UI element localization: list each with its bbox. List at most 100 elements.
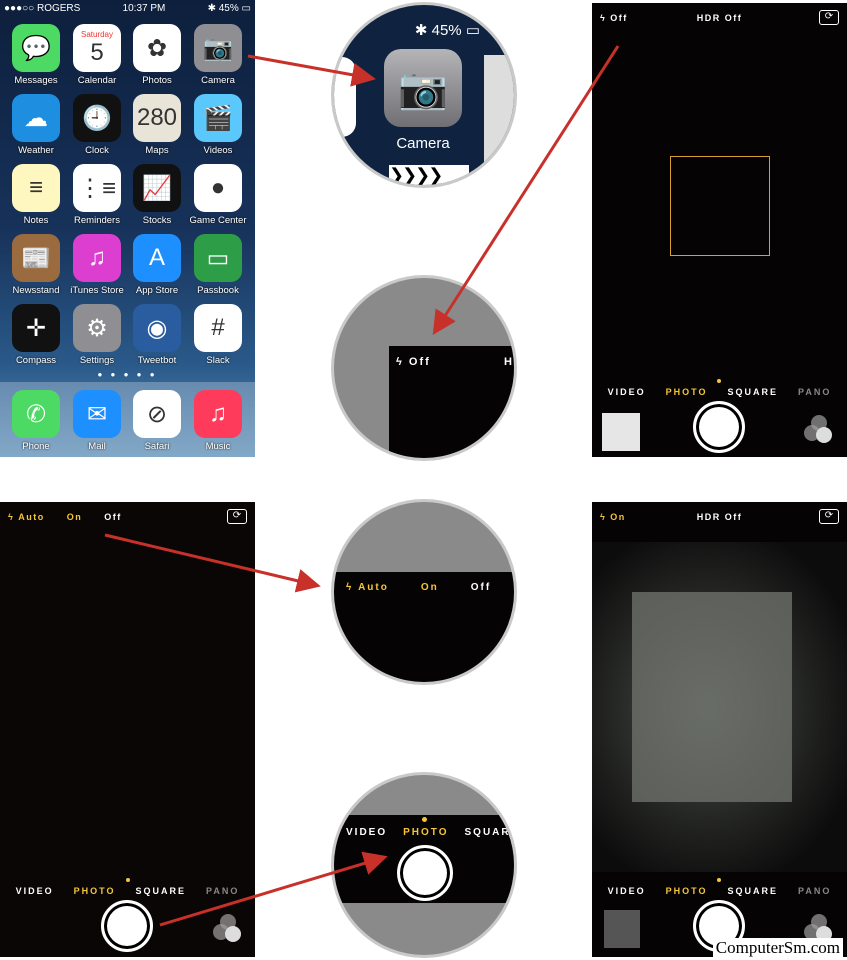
flash-on[interactable]: On <box>67 512 83 522</box>
mode-square[interactable]: SQUARE <box>728 387 779 397</box>
mode-selector[interactable]: VIDEO PHOTO SQUARE PANO <box>592 387 847 397</box>
mode-indicator-dot <box>126 878 130 882</box>
bluetooth-icon: ✱ <box>207 2 219 14</box>
app-game-center[interactable]: ● Game Center <box>188 164 248 226</box>
mode-video[interactable]: VIDEO <box>608 886 646 896</box>
flash-icon: ϟ <box>600 512 611 522</box>
lego-scene <box>632 592 792 802</box>
camera-app-icon[interactable]: 📷 <box>384 49 462 127</box>
app-itunes-store[interactable]: ♫ iTunes Store <box>67 234 127 296</box>
app-passbook[interactable]: ▭ Passbook <box>188 234 248 296</box>
app-reminders[interactable]: ⋮≡ Reminders <box>67 164 127 226</box>
app-phone[interactable]: ✆ Phone <box>6 390 66 452</box>
mail-icon: ✉ <box>73 390 121 438</box>
clock-icon: 🕘 <box>73 94 121 142</box>
mode-photo[interactable]: PHOTO <box>74 886 116 896</box>
mode-video[interactable]: VIDEO <box>608 387 646 397</box>
hdr-toggle[interactable]: HDR Off <box>592 512 847 522</box>
hdr-toggle[interactable]: HDR Off <box>592 13 847 23</box>
app-label: Reminders <box>74 215 120 226</box>
zoom-mode-selector: VIDEO PHOTO SQUARE <box>346 827 517 838</box>
flash-icon: ϟ <box>8 512 19 522</box>
focus-square <box>670 156 770 256</box>
app-tweetbot[interactable]: ◉ Tweetbot <box>127 304 187 366</box>
app-label: Messages <box>14 75 58 86</box>
filters-icon[interactable] <box>804 415 834 445</box>
flash-toggle[interactable]: ϟ Off <box>600 13 628 23</box>
switch-camera-icon[interactable]: ⟳ <box>227 509 247 524</box>
mode-pano[interactable]: PANO <box>206 886 239 896</box>
camera-icon: 📷 <box>194 24 242 72</box>
status-bar: ●●●○○ ROGERS 10:37 PM ✱ 45% ▭ <box>0 0 255 16</box>
app-label: Camera <box>201 75 235 86</box>
app-messages[interactable]: 💬 Messages <box>6 24 66 86</box>
adjacent-icon-partial <box>484 55 514 165</box>
flash-auto[interactable]: ϟ Auto <box>8 512 45 522</box>
app-label: Slack <box>206 355 230 366</box>
app-app-store[interactable]: A App Store <box>127 234 187 296</box>
app-label: Photos <box>142 75 172 86</box>
flash-off[interactable]: Off <box>104 512 122 522</box>
app-camera[interactable]: 📷 Camera <box>188 24 248 86</box>
camera-label: Camera <box>396 135 450 152</box>
app-music[interactable]: ♫ Music <box>188 390 248 452</box>
mode-photo[interactable]: PHOTO <box>666 886 708 896</box>
app-photos[interactable]: ✿ Photos <box>127 24 187 86</box>
photos-icon: ✿ <box>133 24 181 72</box>
safari-icon: ⊘ <box>133 390 181 438</box>
mode-video[interactable]: VIDEO <box>16 886 54 896</box>
app-weather[interactable]: ☁ Weather <box>6 94 66 156</box>
app-stocks[interactable]: 📈 Stocks <box>127 164 187 226</box>
itunes-store-icon: ♫ <box>73 234 121 282</box>
app-label: Calendar <box>77 75 117 86</box>
mode-square[interactable]: SQUARE <box>728 886 779 896</box>
app-label: Game Center <box>189 215 247 226</box>
time: 10:37 PM <box>122 2 166 14</box>
shutter-button[interactable] <box>693 401 745 453</box>
zoom-shutter-button <box>397 845 453 901</box>
maps-icon: 280 <box>133 94 181 142</box>
app-calendar[interactable]: Saturday 5 Calendar <box>67 24 127 86</box>
mode-square[interactable]: SQUARE <box>136 886 187 896</box>
app-slack[interactable]: # Slack <box>188 304 248 366</box>
app-notes[interactable]: ≡ Notes <box>6 164 66 226</box>
shutter-button[interactable] <box>101 900 153 952</box>
app-newsstand[interactable]: 📰 Newsstand <box>6 234 66 296</box>
camera-screen-flash-options: ϟ Auto On Off ⟳ VIDEO PHOTO SQUARE PANO <box>0 502 255 957</box>
app-clock[interactable]: 🕘 Clock <box>67 94 127 156</box>
app-label: Maps <box>145 145 169 156</box>
mode-pano[interactable]: PANO <box>798 387 831 397</box>
app-label: Weather <box>18 145 54 156</box>
app-videos[interactable]: 🎬 Videos <box>188 94 248 156</box>
app-compass[interactable]: ✛ Compass <box>6 304 66 366</box>
tweetbot-icon: ◉ <box>133 304 181 352</box>
zoom-flash-off: ϟ Off <box>396 356 431 368</box>
stocks-icon: 📈 <box>133 164 181 212</box>
last-photo-thumbnail[interactable] <box>602 413 640 451</box>
mode-indicator-dot <box>422 817 427 822</box>
zoom-battery: ✱ 45% ▭ <box>414 22 480 39</box>
compass-icon: ✛ <box>12 304 60 352</box>
app-settings[interactable]: ⚙ Settings <box>67 304 127 366</box>
app-label: Stocks <box>142 215 172 226</box>
switch-camera-icon[interactable]: ⟳ <box>819 10 839 25</box>
app-maps[interactable]: 280 Maps <box>127 94 187 156</box>
filters-icon[interactable] <box>213 914 243 944</box>
flash-toggle[interactable]: ϟ On <box>600 512 626 522</box>
app-label: Compass <box>15 355 57 366</box>
app-label: App Store <box>135 285 179 296</box>
mode-photo[interactable]: PHOTO <box>666 387 708 397</box>
app-safari[interactable]: ⊘ Safari <box>127 390 187 452</box>
switch-camera-icon[interactable]: ⟳ <box>819 509 839 524</box>
viewfinder-scene <box>592 542 847 872</box>
settings-icon: ⚙ <box>73 304 121 352</box>
last-photo-thumbnail[interactable] <box>604 910 640 948</box>
page-dots[interactable]: ● ● ● ● ● <box>0 370 255 379</box>
flash-icon: ϟ <box>396 356 409 368</box>
home-screen: ●●●○○ ROGERS 10:37 PM ✱ 45% ▭ 💬 Messages S… <box>0 0 255 457</box>
mode-pano[interactable]: PANO <box>798 886 831 896</box>
app-mail[interactable]: ✉ Mail <box>67 390 127 452</box>
watermark: ComputerSm.com <box>712 938 843 958</box>
app-label: Settings <box>79 355 115 366</box>
app-label: Newsstand <box>12 285 60 296</box>
